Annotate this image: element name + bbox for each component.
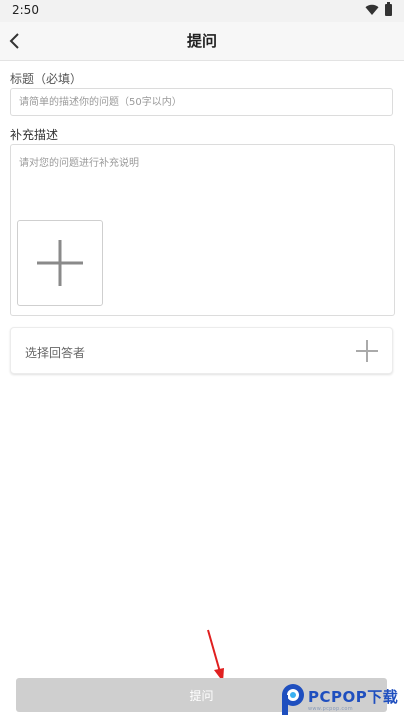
- supplement-label: 补充描述: [10, 128, 59, 142]
- plus-icon: [356, 340, 378, 362]
- battery-icon: [385, 2, 392, 16]
- watermark-brand: PCPOP下载: [308, 688, 399, 706]
- title-label: 标题（必填）: [10, 72, 83, 86]
- supplement-textarea[interactable]: 请对您的问题进行补充说明: [10, 144, 395, 316]
- responder-label: 选择回答者: [25, 346, 86, 360]
- supplement-placeholder: 请对您的问题进行补充说明: [19, 158, 139, 169]
- watermark: PCPOP下载 www.pcpop.com: [278, 680, 404, 720]
- select-responder-button[interactable]: 选择回答者: [10, 327, 393, 374]
- status-icons: [365, 2, 392, 16]
- pcpop-logo-icon: [282, 684, 304, 715]
- plus-icon: [37, 240, 83, 286]
- status-time: 2:50: [12, 3, 39, 17]
- status-bar: 2:50: [0, 0, 404, 22]
- wifi-icon: [365, 4, 379, 16]
- annotation-arrow-icon: [207, 629, 224, 682]
- title-input[interactable]: [10, 88, 393, 116]
- app-bar: 提问: [0, 22, 404, 61]
- add-image-button[interactable]: [17, 220, 103, 306]
- page-title: 提问: [186, 32, 217, 50]
- watermark-subtitle: www.pcpop.com: [308, 706, 353, 712]
